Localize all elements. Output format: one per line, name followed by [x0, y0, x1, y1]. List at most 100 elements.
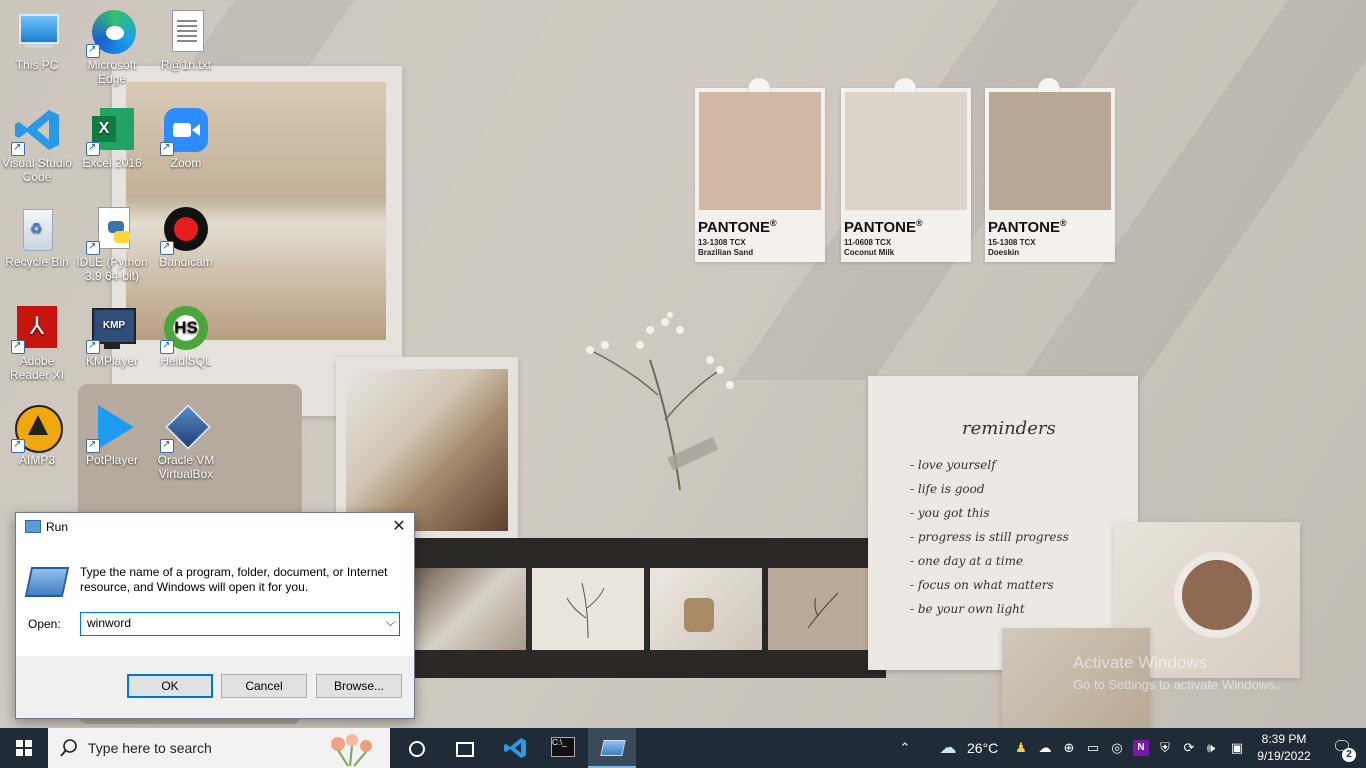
leaf-sketch-icon: [807, 592, 839, 629]
run-program-icon: [600, 740, 626, 756]
desktop-icon-label: Zoom: [170, 156, 202, 170]
pantone-name: Coconut Milk: [844, 248, 895, 257]
notification-badge: 2: [1342, 748, 1356, 762]
text-file-icon: [162, 8, 210, 56]
clock-date: 9/19/2022: [1257, 749, 1311, 763]
pantone-card: PANTONE® 13-1308 TCX Brazilian Sand: [695, 78, 825, 262]
desktop-icon-label: Excel 2016: [82, 156, 142, 170]
close-icon[interactable]: ✕: [384, 513, 414, 541]
desktop-icon-vscode[interactable]: Visual Studio Code: [1, 106, 73, 184]
adobe-reader-icon: ⅄: [11, 304, 61, 354]
pantone-name: Doeskin: [988, 248, 1020, 257]
update-icon[interactable]: ⟳: [1181, 740, 1197, 756]
desktop: PANTONE® 13-1308 TCX Brazilian Sand PANT…: [0, 0, 1366, 728]
run-dialog-titlebar[interactable]: Run ✕: [16, 513, 414, 541]
this-pc-icon: [13, 8, 61, 56]
reminder-item: - you got this: [910, 506, 990, 520]
browse-button[interactable]: Browse...: [316, 674, 402, 698]
weather-widget[interactable]: ☁ 26°C: [932, 728, 1002, 768]
action-center-button[interactable]: 🗨 2: [1318, 728, 1364, 768]
pantone-card: PANTONE® 11-0608 TCX Coconut Milk: [841, 78, 971, 262]
task-view-icon: [456, 742, 474, 757]
cancel-button[interactable]: Cancel: [221, 674, 307, 698]
edge-icon: [86, 8, 136, 58]
pantone-swatch: [699, 92, 821, 210]
potplayer-icon: [86, 403, 136, 453]
desktop-icon-label: HeidiSQL: [160, 354, 212, 368]
desktop-icon-idle[interactable]: IDLE (Python 3.9 64-bit): [76, 205, 148, 283]
start-button[interactable]: [0, 728, 48, 768]
task-view-cortana-button[interactable]: [396, 728, 436, 768]
desktop-icon-label: R@1n.txt: [160, 58, 212, 72]
desktop-icon-bandicam[interactable]: Bandicam: [150, 205, 222, 269]
desktop-icon-label: PotPlayer: [85, 453, 139, 467]
film-frame: [768, 568, 880, 650]
search-placeholder: Type here to search: [88, 740, 212, 756]
desktop-icon-label: Visual Studio Code: [2, 156, 72, 184]
taskbar-app-terminal[interactable]: C:\_: [540, 728, 586, 768]
reminder-item: - one day at a time: [910, 554, 1024, 568]
camera-icon[interactable]: ◎: [1109, 740, 1125, 756]
show-hidden-icons-button[interactable]: ⌃: [896, 728, 914, 768]
clock-button[interactable]: 8:39 PM 9/19/2022: [1250, 728, 1318, 768]
task-view-button[interactable]: [444, 728, 484, 768]
security-user-icon[interactable]: ♟: [1013, 740, 1029, 756]
desktop-icon-label: Adobe Reader XI: [9, 354, 65, 382]
desktop-icon-this-pc[interactable]: This PC: [1, 8, 73, 72]
shield-icon[interactable]: ⛨: [1157, 740, 1173, 756]
globe-icon[interactable]: ⊕: [1061, 740, 1077, 756]
network-icon[interactable]: ▣: [1229, 740, 1245, 756]
pantone-swatch: [989, 92, 1111, 210]
onenote-icon[interactable]: N: [1133, 740, 1149, 756]
desktop-icon-txt-file[interactable]: R@1n.txt: [150, 8, 222, 72]
desktop-icon-zoom[interactable]: Zoom: [150, 106, 222, 170]
open-combobox[interactable]: ⌵: [80, 612, 400, 636]
volume-icon[interactable]: 🕪: [1203, 740, 1219, 756]
pantone-code: 13-1308 TCX: [698, 238, 746, 247]
recycle-bin-icon: ♻: [13, 205, 61, 253]
wallpaper-flower: [586, 312, 734, 491]
zoom-icon: [160, 106, 210, 156]
pantone-brand: PANTONE®: [844, 218, 923, 236]
desktop-icon-recycle-bin[interactable]: ♻ Recycle Bin: [1, 205, 73, 269]
pantone-code: 15-1308 TCX: [988, 238, 1036, 247]
open-input[interactable]: [81, 613, 383, 633]
pantone-brand: PANTONE®: [988, 218, 1067, 236]
taskbar-search-box[interactable]: Type here to search: [48, 728, 390, 768]
film-frame: [532, 568, 644, 650]
desktop-icon-label: KMPlayer: [85, 354, 138, 368]
run-dialog-description: Type the name of a program, folder, docu…: [80, 565, 388, 594]
taskbar-app-run-active[interactable]: [588, 728, 636, 768]
weather-temperature: 26°C: [967, 740, 999, 756]
desktop-icon-label: Microsoft Edge: [87, 58, 137, 86]
desktop-icon-excel[interactable]: X Excel 2016: [76, 106, 148, 170]
leaf-sketch-icon: [566, 582, 605, 639]
reminder-item: - progress is still progress: [910, 530, 1069, 544]
wallpaper-photo-perfume: [346, 369, 508, 531]
vscode-icon: [504, 738, 526, 758]
ok-button[interactable]: OK: [127, 674, 213, 698]
pantone-brand: PANTONE®: [698, 218, 777, 236]
desktop-icon-edge[interactable]: Microsoft Edge: [76, 8, 148, 86]
desktop-icon-label: IDLE (Python 3.9 64-bit): [76, 255, 148, 283]
reminder-item: - love yourself: [910, 458, 996, 472]
battery-icon[interactable]: ▭: [1085, 740, 1101, 756]
desktop-icon-aimp[interactable]: AIMP3: [1, 403, 73, 467]
desktop-icon-potplayer[interactable]: PotPlayer: [76, 403, 148, 467]
desktop-icon-heidisql[interactable]: HS HeidiSQL: [150, 304, 222, 368]
virtualbox-icon: [160, 403, 211, 453]
reminders-title: reminders: [962, 418, 1056, 439]
run-dialog-body: Type the name of a program, folder, docu…: [16, 541, 414, 656]
search-highlight-flowers-icon: [331, 734, 372, 767]
desktop-icon-label: This PC: [15, 58, 59, 72]
activate-windows-title: Activate Windows: [1073, 653, 1208, 672]
onedrive-cloud-icon[interactable]: ☁: [1037, 740, 1053, 756]
desktop-icon-adobe-reader[interactable]: ⅄ Adobe Reader XI: [1, 304, 73, 382]
desktop-icon-kmplayer[interactable]: KMP KMPlayer: [76, 304, 148, 368]
desktop-icon-virtualbox[interactable]: Oracle VM VirtualBox: [150, 403, 222, 481]
chevron-down-icon[interactable]: ⌵: [386, 615, 395, 630]
desktop-icon-label: AIMP3: [18, 453, 55, 467]
pantone-swatch: [845, 92, 967, 210]
vscode-icon: [11, 106, 61, 156]
taskbar-app-vscode[interactable]: [492, 728, 538, 768]
